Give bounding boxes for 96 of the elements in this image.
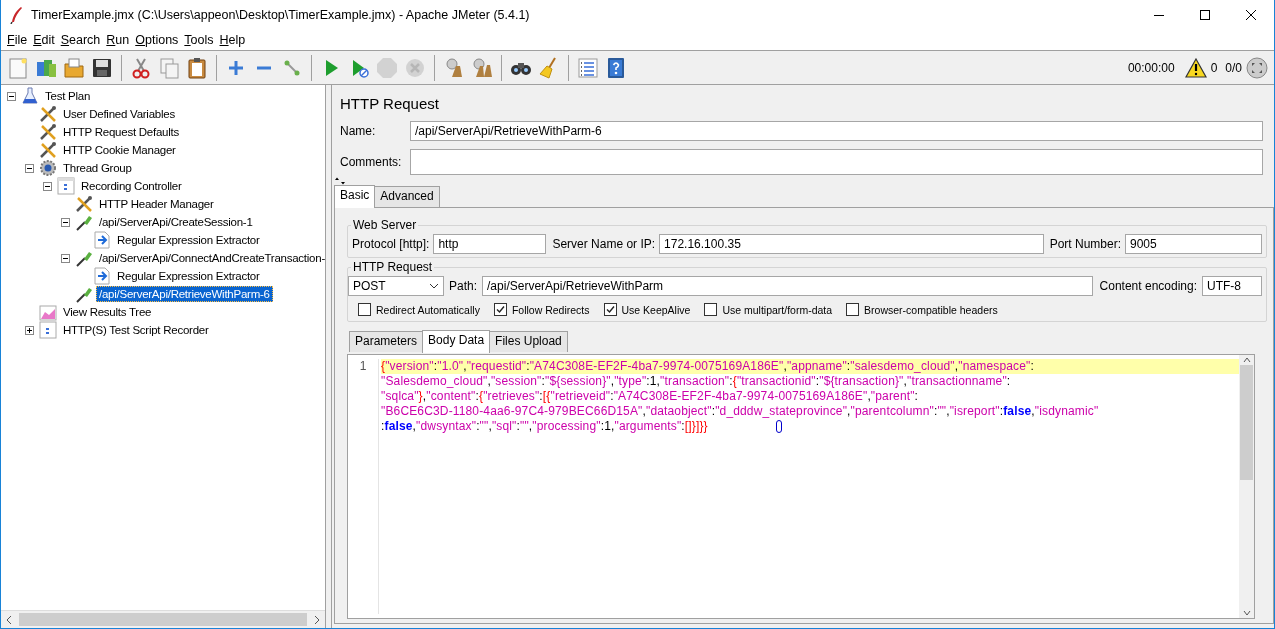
tree-item[interactable]: HTTP(S) Test Script Recorder — [60, 322, 212, 338]
tree-item[interactable]: HTTP Cookie Manager — [60, 142, 179, 158]
checkbox[interactable] — [493, 303, 507, 316]
field-label: Name: — [340, 123, 377, 139]
wrench-screwdriver-icon — [39, 105, 57, 123]
code-line: "sqlca"},"content":{"retrieves":[{"retrieveid":"A74C308E-EF2F-4ba7-9974-0075169A186E","parent": — [381, 389, 920, 404]
expand-toggle-icon[interactable] — [25, 325, 34, 335]
tab[interactable]: Body Data — [422, 330, 491, 353]
list-icon[interactable] — [576, 55, 600, 80]
chart-icon — [39, 303, 57, 321]
feather-icon — [9, 6, 23, 24]
checkbox-label[interactable]: Use KeepAlive — [621, 303, 691, 316]
field-label: Protocol [http]: — [352, 237, 430, 251]
tab[interactable]: Basic — [334, 185, 376, 208]
field-label: Content encoding: — [1099, 279, 1197, 293]
code-line: "Salesdemo_cloud","session":"${session}","type":1,"transaction":{"transactionid":"${transaction}","transactionname": — [381, 374, 1012, 389]
panel-title: HTTP Request — [340, 95, 440, 114]
splitter-arrows-icon[interactable] — [334, 177, 346, 185]
collapse-toggle-icon[interactable] — [61, 217, 70, 227]
line-number: 1 — [359, 359, 367, 373]
method-dropdown[interactable]: POST — [348, 276, 444, 296]
text-field[interactable]: 9005 — [1125, 234, 1262, 254]
warning-icon[interactable] — [1184, 57, 1207, 78]
tree-item[interactable]: /api/ServerApi/CreateSession-1 — [96, 214, 256, 230]
pipette-icon — [75, 285, 93, 303]
collapse-toggle-icon[interactable] — [7, 91, 16, 101]
gear-icon — [39, 159, 57, 177]
tree-item[interactable]: Thread Group — [60, 160, 135, 176]
checkbox-label[interactable]: Use multipart/form-data — [722, 303, 833, 316]
circle-status-icon[interactable] — [1246, 56, 1268, 79]
code-line: "B6CE6C3D-1180-4aa6-97C4-979BEC66D15A","dataobject":"d_dddw_stateprovince","parentcolumn":"","isreport":false,"isdynamic" — [381, 404, 1100, 419]
field-label: Path: — [449, 279, 478, 293]
clipboard-icon[interactable] — [185, 55, 209, 80]
tree-item[interactable]: Regular Expression Extractor — [114, 268, 263, 284]
tree-item[interactable]: HTTP Request Defaults — [60, 124, 182, 140]
controller-icon — [57, 177, 75, 195]
text-field[interactable]: 172.16.100.35 — [659, 234, 1044, 254]
field-label: Port Number: — [1049, 237, 1121, 251]
scroll-down-icon[interactable] — [1241, 608, 1252, 618]
checkbox[interactable] — [846, 303, 860, 316]
close-icon[interactable] — [1245, 9, 1257, 21]
scrollbar-thumb[interactable] — [1240, 365, 1253, 480]
section-title: HTTP Request — [352, 260, 434, 274]
menu-item[interactable]: Edit — [30, 33, 58, 47]
scrollbar-thumb[interactable] — [19, 613, 307, 626]
field-label: Comments: — [340, 154, 403, 170]
menu-item[interactable]: Tools — [181, 33, 217, 47]
tab[interactable]: Advanced — [374, 186, 440, 207]
text-field[interactable]: http — [433, 234, 547, 254]
collapse-toggle-icon[interactable] — [61, 253, 70, 263]
collapse-toggle-icon[interactable] — [43, 181, 52, 191]
warning-count: 0 — [1210, 60, 1218, 75]
menu-item[interactable]: Run — [103, 33, 133, 47]
recorder-icon — [39, 321, 57, 339]
tree-item[interactable]: Regular Expression Extractor — [114, 232, 263, 248]
checkbox-label[interactable]: Follow Redirects — [511, 303, 590, 316]
tab[interactable]: Files Upload — [489, 331, 568, 352]
pipette-icon — [75, 249, 93, 267]
scroll-up-icon[interactable] — [1241, 355, 1252, 365]
tree-item[interactable]: Test Plan — [42, 88, 94, 104]
tab[interactable]: Parameters — [349, 331, 424, 352]
document-arrow-icon — [93, 267, 111, 285]
tree-item[interactable]: View Results Tree — [60, 304, 155, 320]
tree-item[interactable]: /api/ServerApi/RetrieveWithParm-6 — [96, 286, 273, 302]
window-title: TimerExample.jmx (C:\Users\appeon\Desktop\TimerExample.jmx) - Apache JMeter (5.4.1) — [31, 8, 530, 22]
comments-field[interactable] — [410, 149, 1263, 175]
wrench-screwdriver-icon — [39, 123, 57, 141]
section-title: Web Server — [352, 218, 418, 232]
maximize-icon[interactable] — [1199, 9, 1211, 21]
elapsed-time: 00:00:00 — [1127, 60, 1175, 75]
menu-item[interactable]: Options — [132, 33, 182, 47]
checkbox-label[interactable]: Redirect Automatically — [376, 303, 480, 316]
tree-item[interactable]: HTTP Header Manager — [96, 196, 217, 212]
encoding-field[interactable]: UTF-8 — [1202, 276, 1262, 296]
document-arrow-icon — [93, 231, 111, 249]
checkbox-label[interactable]: Browser-compatible headers — [864, 303, 998, 316]
collapse-toggle-icon[interactable] — [25, 163, 34, 173]
checkbox[interactable] — [603, 303, 617, 316]
menu-item[interactable]: Search — [57, 33, 104, 47]
menu-item[interactable]: File — [4, 33, 31, 47]
code-line: :false,"dwsyntax":"","sql":"","processing":1,"arguments":[]}]}} — [381, 419, 1239, 434]
name-field[interactable]: /api/ServerApi/RetrieveWithParm-6 — [410, 121, 1263, 141]
tree-item[interactable]: User Defined Variables — [60, 106, 178, 122]
chevron-down-icon — [429, 283, 439, 289]
checkbox[interactable] — [358, 303, 371, 316]
checkbox[interactable] — [704, 303, 718, 316]
wrench-screwdriver-icon — [39, 141, 57, 159]
field-label: Server Name or IP: — [552, 237, 656, 251]
pipette-icon — [75, 213, 93, 231]
menu-item[interactable]: Help — [216, 33, 249, 47]
path-field[interactable]: /api/ServerApi/RetrieveWithParm — [482, 276, 1093, 296]
tree-item[interactable]: /api/ServerApi/ConnectAndCreateTransaction- — [96, 250, 325, 266]
tree-item[interactable]: Recording Controller — [78, 178, 185, 194]
thread-count: 0/0 — [1225, 60, 1242, 75]
flask-icon — [21, 87, 39, 105]
wrench-screwdriver-icon — [75, 195, 93, 213]
